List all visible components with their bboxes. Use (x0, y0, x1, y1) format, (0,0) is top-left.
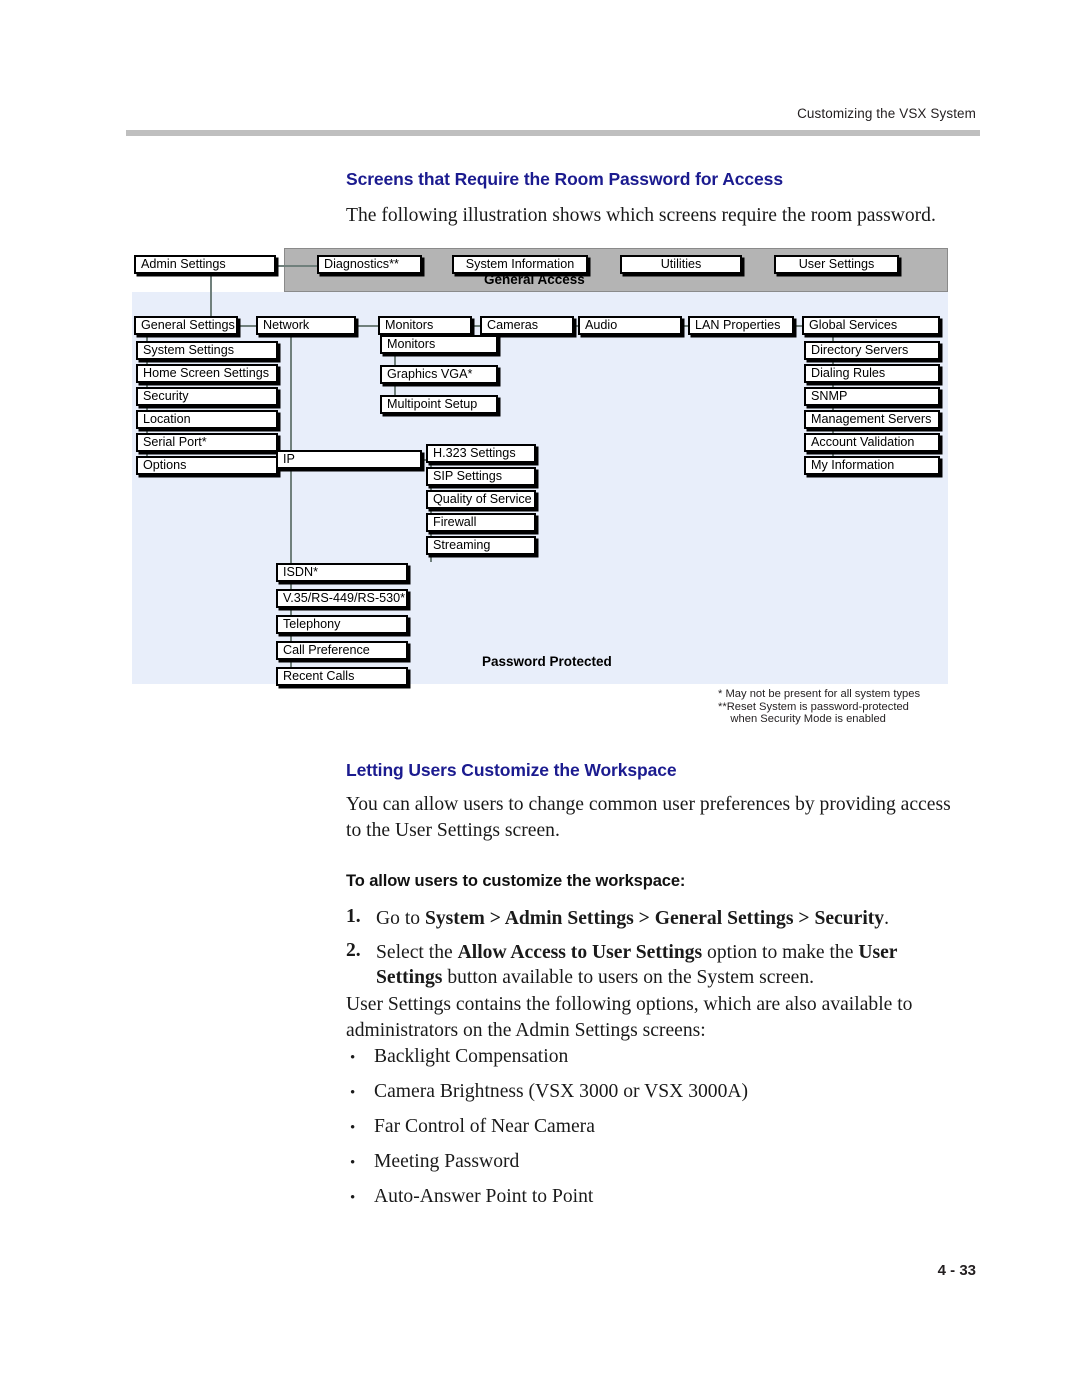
list-item: • Far Control of Near Camera (346, 1116, 966, 1151)
list-item-label: Backlight Compensation (374, 1046, 569, 1067)
node-ip[interactable]: IP (276, 450, 422, 469)
list-item: • Backlight Compensation (346, 1046, 966, 1081)
node-serial-port[interactable]: Serial Port* (136, 433, 278, 452)
paragraph-following-illustration: The following illustration shows which s… (346, 205, 936, 226)
node-recent-calls[interactable]: Recent Calls (276, 667, 408, 686)
step-number: 2. (346, 940, 361, 961)
paragraph-you-can-allow: You can allow users to change common use… (346, 794, 951, 841)
page-number: 4 - 33 (937, 1262, 976, 1279)
node-graphics-vga[interactable]: Graphics VGA* (380, 365, 498, 384)
node-network[interactable]: Network (256, 316, 356, 335)
node-location[interactable]: Location (136, 410, 278, 429)
paragraph-user-settings-contains: User Settings contains the following opt… (346, 994, 913, 1041)
node-sip-settings[interactable]: SIP Settings (426, 467, 536, 486)
list-item: • Auto-Answer Point to Point (346, 1186, 966, 1221)
node-security[interactable]: Security (136, 387, 278, 406)
node-monitors[interactable]: Monitors (378, 316, 472, 335)
node-telephony[interactable]: Telephony (276, 615, 408, 634)
step-row: 2. Select the Allow Access to User Settin… (346, 940, 966, 990)
list-item-label: Camera Brightness (VSX 3000 or VSX 3000A… (374, 1081, 749, 1102)
node-v35-rs449-rs530[interactable]: V.35/RS-449/RS-530* (276, 589, 408, 608)
node-user-settings[interactable]: User Settings (774, 255, 899, 274)
node-streaming[interactable]: Streaming (426, 536, 536, 555)
node-account-validation[interactable]: Account Validation (804, 433, 940, 452)
heading-to-allow-users: To allow users to customize the workspac… (346, 872, 686, 890)
list-item-label: Auto-Answer Point to Point (374, 1186, 594, 1207)
node-snmp[interactable]: SNMP (804, 387, 940, 406)
node-firewall[interactable]: Firewall (426, 513, 536, 532)
node-audio[interactable]: Audio (578, 316, 682, 335)
numbered-steps-list: 1. Go to System > Admin Settings > Genera… (346, 906, 966, 999)
step-text: Go to System > Admin Settings > General … (376, 908, 889, 929)
node-admin-settings[interactable]: Admin Settings (134, 255, 276, 274)
node-dialing-rules[interactable]: Dialing Rules (804, 364, 940, 383)
connector-admin-general (210, 273, 212, 318)
node-my-information[interactable]: My Information (804, 456, 940, 475)
connector-general-network (236, 325, 258, 327)
node-isdn[interactable]: ISDN* (276, 563, 408, 582)
node-directory-servers[interactable]: Directory Servers (804, 341, 940, 360)
heading-screens-require-room-password: Screens that Require the Room Password f… (346, 169, 783, 189)
node-global-services[interactable]: Global Services (802, 316, 940, 335)
list-item: • Meeting Password (346, 1151, 966, 1186)
heading-letting-users-customize: Letting Users Customize the Workspace (346, 760, 677, 780)
node-monitors-sub[interactable]: Monitors (380, 335, 498, 354)
list-item: • Camera Brightness (VSX 3000 or VSX 3000… (346, 1081, 966, 1116)
diagram-footnotes: * May not be present for all system type… (718, 688, 921, 726)
node-multipoint-setup[interactable]: Multipoint Setup (380, 395, 498, 414)
node-lan-properties[interactable]: LAN Properties (688, 316, 794, 335)
connector-network-monitors (356, 325, 379, 327)
label-password-protected: Password Protected (482, 654, 612, 669)
node-cameras[interactable]: Cameras (480, 316, 574, 335)
node-general-settings[interactable]: General Settings (134, 316, 238, 335)
node-call-preference[interactable]: Call Preference (276, 641, 408, 660)
bullet-icon: • (350, 1120, 356, 1136)
list-item-label: Meeting Password (374, 1151, 520, 1172)
step-row: 1. Go to System > Admin Settings > Genera… (346, 906, 966, 931)
header-rule (126, 130, 980, 136)
node-utilities[interactable]: Utilities (620, 255, 742, 274)
list-item-label: Far Control of Near Camera (374, 1116, 595, 1137)
node-h323-settings[interactable]: H.323 Settings (426, 444, 536, 463)
bullet-icon: • (350, 1190, 356, 1206)
node-quality-of-service[interactable]: Quality of Service (426, 490, 536, 509)
label-general-access: General Access (484, 272, 585, 287)
bullet-icon: • (350, 1050, 356, 1066)
node-home-screen-settings[interactable]: Home Screen Settings (136, 364, 278, 383)
user-settings-options-list: • Backlight Compensation • Camera Brightnes… (346, 1046, 966, 1221)
running-head: Customizing the VSX System (797, 106, 976, 121)
step-number: 1. (346, 906, 361, 927)
screens-password-diagram: Admin Settings Diagnostics** System Info… (132, 248, 948, 686)
node-system-settings[interactable]: System Settings (136, 341, 278, 360)
node-options[interactable]: Options (136, 456, 278, 475)
node-diagnostics[interactable]: Diagnostics** (317, 255, 422, 274)
bullet-icon: • (350, 1085, 356, 1101)
step-text: Select the Allow Access to User Settings… (376, 942, 898, 988)
node-management-servers[interactable]: Management Servers (804, 410, 940, 429)
bullet-icon: • (350, 1155, 356, 1171)
